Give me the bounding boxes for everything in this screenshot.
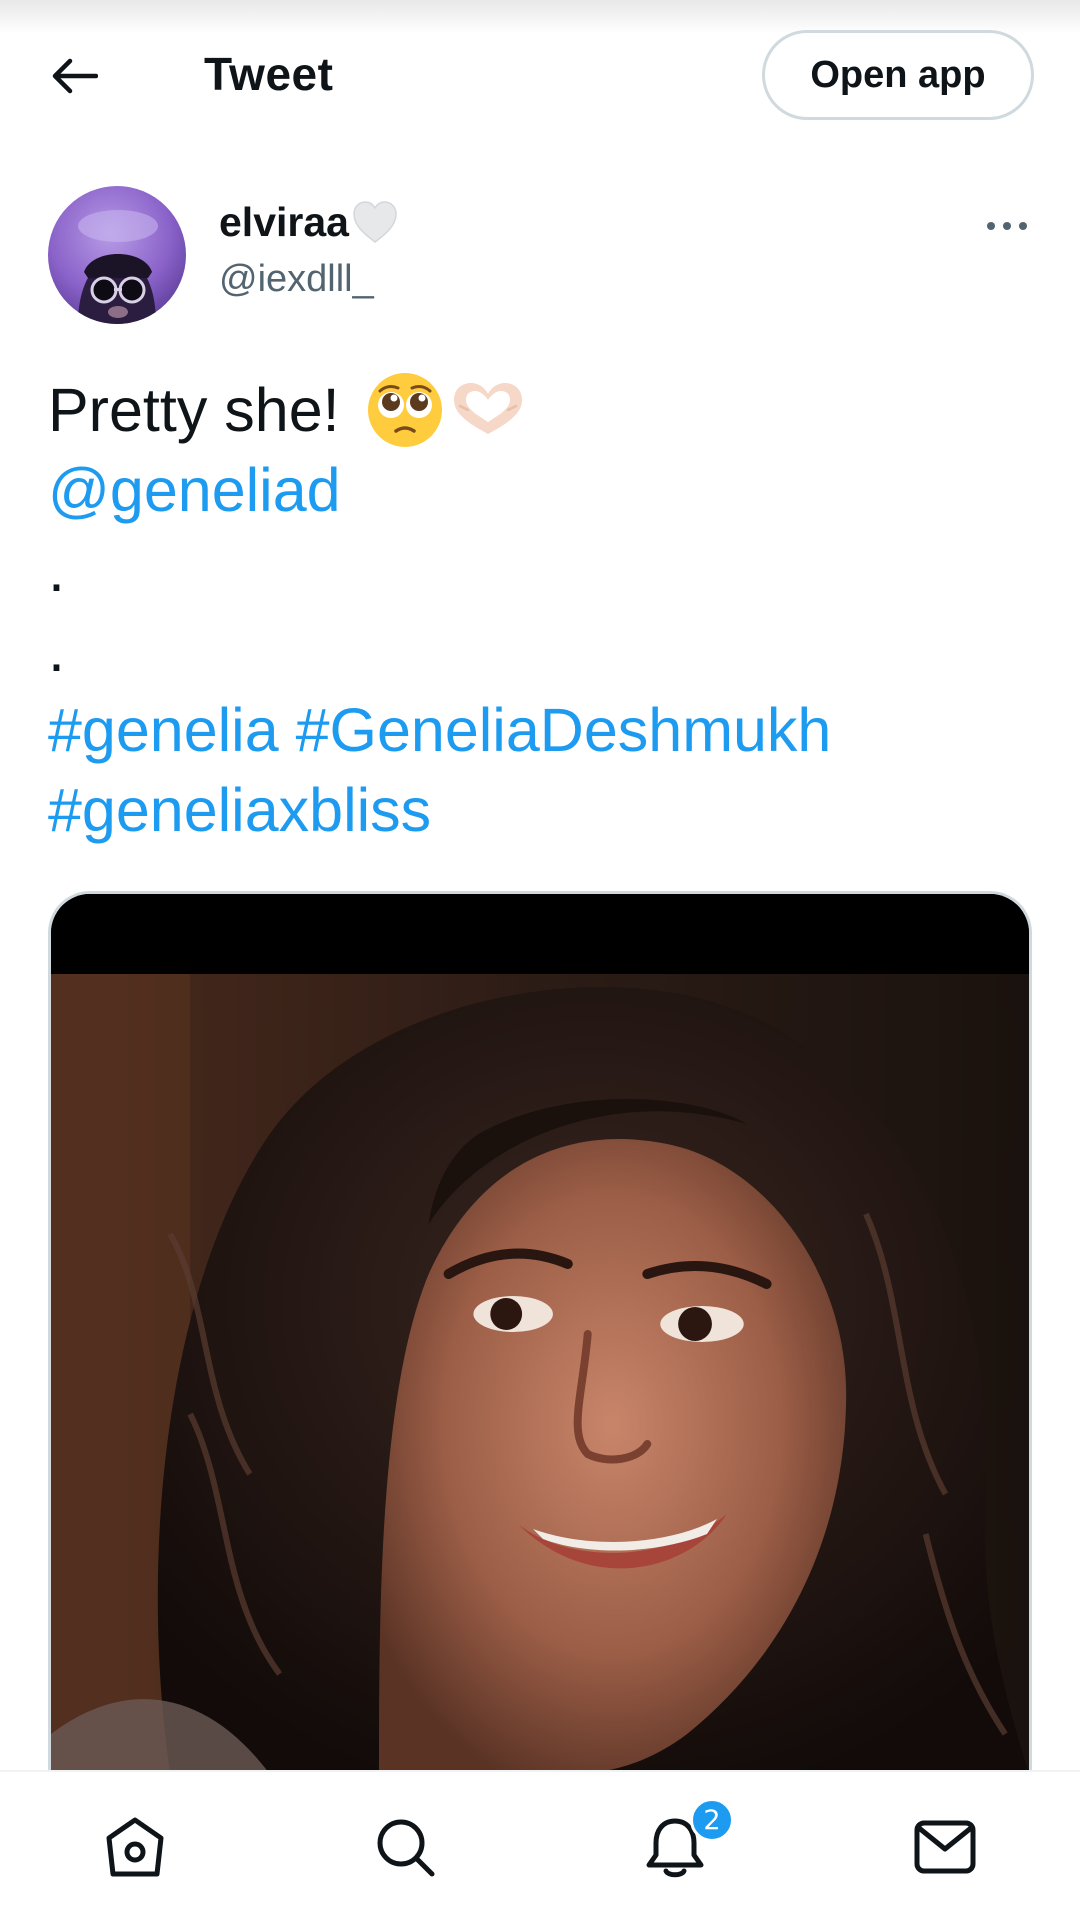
page-title: Tweet: [204, 48, 334, 100]
messages-icon: [914, 1820, 976, 1874]
header: Tweet Open app: [0, 0, 1080, 150]
separator-dot: .: [48, 536, 65, 604]
tweet-body-text: Pretty she!: [48, 376, 340, 444]
avatar-image: [48, 186, 186, 324]
user-handle[interactable]: @iexdlll_: [219, 254, 374, 304]
display-name[interactable]: elviraa: [219, 196, 349, 248]
tweet-media[interactable]: [48, 891, 1032, 1771]
open-app-button[interactable]: Open app: [762, 30, 1034, 120]
bottom-navigation: 2: [0, 1770, 1080, 1920]
tweet-text-line: Pretty she!: [48, 370, 1038, 450]
nav-messages[interactable]: [810, 1772, 1080, 1920]
more-icon: [987, 222, 1027, 230]
avatar[interactable]: [48, 186, 186, 324]
hashtag-link[interactable]: #GeneliaDeshmukh: [296, 690, 832, 770]
home-icon: [106, 1817, 164, 1877]
nav-search[interactable]: [270, 1772, 540, 1920]
tweet-author: elviraa @iexdlll_: [0, 182, 1080, 332]
notification-count-badge: 2: [690, 1798, 734, 1842]
hashtag-link[interactable]: #genelia: [48, 690, 279, 770]
display-name-row: elviraa: [219, 196, 399, 248]
hashtag-link[interactable]: #geneliaxbliss: [48, 770, 431, 850]
hashtag-line: #genelia #GeneliaDeshmukh: [48, 690, 1038, 770]
separator-dot: .: [48, 616, 65, 684]
search-icon: [377, 1819, 435, 1877]
tweet-photo: [51, 974, 1029, 1771]
tweet-text: Pretty she! @geneliad . . #genelia #Gene…: [48, 370, 1038, 850]
back-button[interactable]: [42, 44, 106, 108]
arrow-left-icon: [52, 58, 98, 94]
more-options-button[interactable]: [980, 206, 1034, 246]
mention-link[interactable]: @geneliad: [48, 450, 341, 530]
pleading-face-emoji: [366, 371, 444, 449]
white-heart-icon: [351, 200, 399, 244]
hashtag-line: #geneliaxbliss: [48, 770, 1038, 850]
mention-line: @geneliad: [48, 450, 1038, 530]
nav-home[interactable]: [0, 1772, 270, 1920]
nav-notifications[interactable]: 2: [540, 1772, 810, 1920]
media-letterbox: [51, 894, 1029, 974]
heart-hands-emoji: [448, 380, 528, 440]
